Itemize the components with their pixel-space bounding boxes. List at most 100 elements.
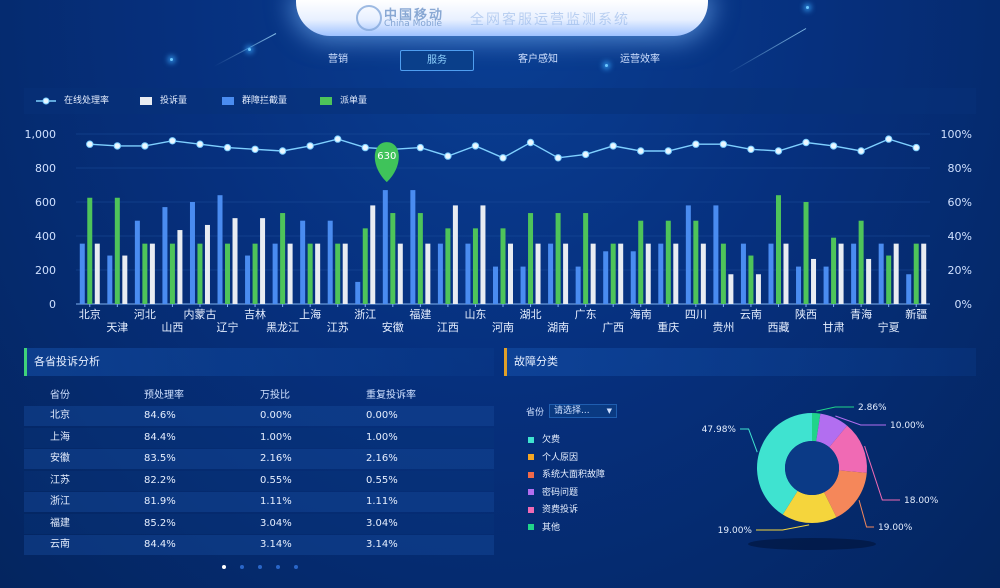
online-rate-point [829,142,838,150]
donut-leader-line [864,445,900,501]
fault-category-item[interactable]: 其他 [528,521,560,535]
table-row[interactable]: 江苏 82.2% 0.55% 0.55% [24,470,494,491]
bar-群障拦截量 [878,243,884,304]
legend-item-complaints[interactable]: 投诉量 [140,92,187,110]
bar-派单量 [748,255,754,304]
table-row[interactable]: 上海 84.4% 1.00% 1.00% [24,427,494,448]
pager-dot[interactable] [294,565,298,569]
bar-投诉量 [425,243,431,304]
online-rate-point [581,150,590,159]
online-rate-point [444,152,452,160]
bar-群障拦截量 [740,243,746,304]
logo-text-en: China Mobile [384,19,443,29]
online-rate-point [223,143,232,152]
table-row[interactable]: 福建 85.2% 3.04% 3.04% [24,513,494,534]
bar-派单量 [114,197,120,304]
table-cell: 84.4% [144,431,176,443]
bar-投诉量 [287,243,293,304]
table-cell: 3.04% [260,517,292,529]
table-cell: 北京 [50,410,70,421]
bar-派单量 [775,195,781,304]
legend-item-intercepts[interactable]: 群障拦截量 [222,92,287,110]
category-label: 系统大面积故障 [542,470,606,480]
table-row[interactable]: 安徽 83.5% 2.16% 2.16% [24,449,494,469]
legend-item-online-rate[interactable]: 在线处理率 [36,92,109,110]
bar-派单量 [280,213,286,304]
tab-marketing[interactable]: 营销 [316,50,360,69]
category-label: 密码问题 [542,487,579,498]
category-color-swatch [528,471,534,478]
bar-群障拦截量 [189,202,195,304]
bar-派单量 [472,228,478,304]
bar-投诉量 [149,243,155,304]
tab-service[interactable]: 服务 [400,50,474,71]
bar-投诉量 [508,243,513,304]
x-tick-label: 重庆 [657,320,679,334]
bar-派单量 [528,213,534,304]
bar-投诉量 [342,243,348,304]
bar-派单量 [720,243,726,304]
bar-派单量 [665,220,671,304]
province-select[interactable]: 请选择... ▼ [549,404,617,418]
donut-percent-label: 19.00% [718,526,753,536]
online-rate-point [609,142,617,150]
table-row[interactable]: 北京 84.6% 0.00% 0.00% [24,406,494,426]
x-tick-label: 内蒙古 [183,307,216,321]
fault-category-item[interactable]: 欠费 [528,433,560,447]
donut-leader-line [740,428,758,453]
bar-投诉量 [728,274,734,304]
table-cell: 安徽 [50,453,70,464]
fault-category-item[interactable]: 系统大面积故障 [528,468,605,482]
fault-category-item[interactable]: 资费投诉 [528,503,578,517]
bar-群障拦截量 [327,220,333,304]
x-tick-label: 湖南 [547,321,569,334]
table-row[interactable]: 浙江 81.9% 1.11% 1.11% [24,492,494,512]
table-cell: 81.9% [144,496,176,507]
x-tick-label: 江苏 [327,321,349,334]
online-rate-point [664,147,672,155]
bar-群障拦截量 [465,243,471,304]
y-right-tick-label: 80% [948,162,972,175]
x-tick-label: 吉林 [244,307,266,321]
bar-群障拦截量 [134,220,140,304]
tab-customer-perception[interactable]: 客户感知 [506,50,570,69]
bar-投诉量 [673,243,679,304]
online-rate-point [526,138,535,147]
bar-群障拦截量 [272,243,278,304]
donut-hole [785,441,839,495]
pager-dot[interactable] [222,565,226,569]
fault-category-item[interactable]: 密码问题 [528,486,578,500]
pager-dot[interactable] [240,565,244,569]
category-color-swatch [528,454,534,460]
table-cell: 83.5% [144,453,176,464]
bar-群障拦截量 [217,195,223,304]
x-tick-label: 辽宁 [217,320,239,334]
online-rate-point [719,140,728,148]
bar-派单量 [197,243,203,304]
table-cell: 84.4% [144,539,176,550]
y-left-tick-label: 800 [35,162,56,175]
tab-operation-efficiency[interactable]: 运营效率 [608,50,672,69]
bar-投诉量 [563,243,569,304]
category-label: 欠费 [542,435,561,445]
table-cell: 0.00% [366,410,398,421]
table-row[interactable]: 云南 84.4% 3.14% 3.14% [24,535,494,555]
legend-item-dispatch[interactable]: 派单量 [320,92,367,110]
online-rate-point [884,135,893,143]
fault-category-item[interactable]: 个人原因 [528,451,578,465]
bar-群障拦截量 [823,266,829,304]
bar-群障拦截量 [658,243,664,304]
bar-群障拦截量 [245,255,251,304]
x-tick-label: 福建 [409,307,431,321]
bar-派单量 [886,255,892,304]
complaint-panel-header: 各省投诉分析 [24,348,494,376]
y-left-tick-label: 600 [35,196,56,209]
y-right-tick-label: 40% [948,230,972,243]
pager-dot[interactable] [258,565,262,569]
online-rate-point [196,140,204,148]
col-header-province: 省份 [50,390,70,401]
x-tick-label: 青海 [850,307,872,321]
col-header-preprocess-rate: 预处理率 [144,390,184,401]
bar-投诉量 [783,243,789,304]
pager-dot[interactable] [276,565,280,569]
